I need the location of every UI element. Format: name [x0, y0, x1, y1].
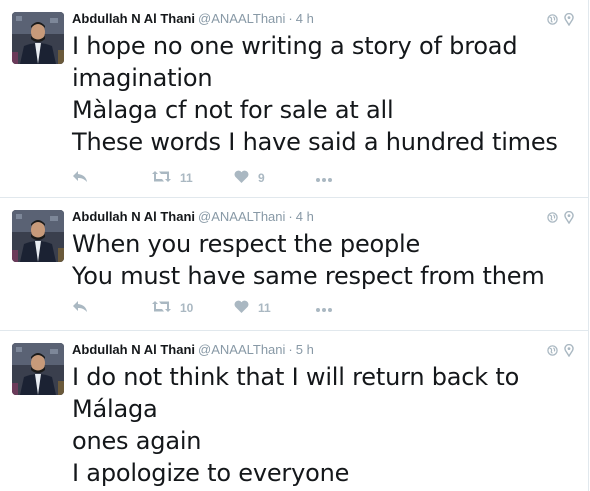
tweet-text-line: When you respect the people: [72, 230, 421, 258]
heart-icon: [234, 170, 249, 186]
reply-icon: [72, 170, 88, 186]
like-button[interactable]: 9: [234, 169, 316, 187]
location-pin-icon: [564, 12, 574, 26]
tweet-text-line: Màlaga cf not for sale at all: [72, 96, 394, 124]
retweet-icon: [152, 300, 171, 316]
more-dots-icon: [316, 301, 332, 315]
author-name[interactable]: Abdullah N Al Thani: [72, 11, 195, 26]
tweet-text-line: These words I have said a hundred times: [72, 128, 558, 156]
tweet-text-line: I do not think that I will return back t…: [72, 363, 520, 391]
author-name[interactable]: Abdullah N Al Thani: [72, 342, 195, 357]
separator-dot: ·: [288, 209, 293, 224]
tweet-meta-icons: [547, 11, 574, 27]
like-count: 11: [258, 301, 271, 315]
tweet[interactable]: Abdullah N Al Thani @ANAALThani · 5 h I do …: [0, 331, 588, 491]
globe-icon: [547, 344, 558, 356]
tweet-actions: 10 11: [72, 299, 346, 317]
location-pin-icon: [564, 343, 574, 357]
timestamp[interactable]: 5 h: [296, 342, 314, 357]
more-button[interactable]: [316, 299, 346, 317]
tweet[interactable]: Abdullah N Al Thani @ANAALThani · 4 h When …: [0, 198, 588, 331]
like-count: 9: [258, 171, 265, 185]
retweet-button[interactable]: 10: [152, 299, 234, 317]
more-button[interactable]: [316, 169, 346, 187]
like-button[interactable]: 11: [234, 299, 316, 317]
retweet-icon: [152, 170, 171, 186]
separator-dot: ·: [288, 342, 293, 357]
tweet-meta-icons: [547, 342, 574, 358]
reply-icon: [72, 300, 88, 316]
timestamp[interactable]: 4 h: [296, 11, 314, 26]
reply-button[interactable]: [72, 299, 152, 317]
tweet-text: I hope no one writing a story of broad i…: [72, 30, 572, 158]
tweet-text-line: I apologize to everyone: [72, 459, 350, 487]
tweet-text: I do not think that I will return back t…: [72, 361, 572, 489]
tweet-actions: 11 9: [72, 169, 346, 187]
tweet-text-line: Málaga: [72, 395, 158, 423]
tweet-text-line: ones again: [72, 427, 202, 455]
separator-dot: ·: [288, 11, 293, 26]
tweet-text-line: You must have same respect from them: [72, 262, 545, 290]
avatar[interactable]: [12, 12, 64, 64]
author-handle[interactable]: @ANAALThani: [198, 209, 285, 224]
tweet-meta-icons: [547, 209, 574, 225]
tweet-text-line: I hope no one writing a story of broad: [72, 32, 518, 60]
tweet[interactable]: Abdullah N Al Thani @ANAALThani · 4 h I hop…: [0, 0, 588, 198]
more-dots-icon: [316, 171, 332, 185]
retweet-button[interactable]: 11: [152, 169, 234, 187]
author-handle[interactable]: @ANAALThani: [198, 342, 285, 357]
timestamp[interactable]: 4 h: [296, 209, 314, 224]
retweet-count: 10: [180, 301, 194, 315]
tweet-text-line: imagination: [72, 64, 213, 92]
tweet-text: When you respect the people You must hav…: [72, 228, 572, 292]
avatar[interactable]: [12, 343, 64, 395]
globe-icon: [547, 211, 558, 223]
author-handle[interactable]: @ANAALThani: [198, 11, 285, 26]
retweet-count: 11: [180, 171, 193, 185]
avatar[interactable]: [12, 210, 64, 262]
author-name[interactable]: Abdullah N Al Thani: [72, 209, 195, 224]
tweet-header: Abdullah N Al Thani @ANAALThani · 4 h: [72, 208, 314, 226]
tweet-header: Abdullah N Al Thani @ANAALThani · 5 h: [72, 341, 314, 359]
heart-icon: [234, 300, 249, 316]
location-pin-icon: [564, 210, 574, 224]
reply-button[interactable]: [72, 169, 152, 187]
timeline: Abdullah N Al Thani @ANAALThani · 4 h I hop…: [0, 0, 589, 491]
globe-icon: [547, 13, 558, 25]
tweet-header: Abdullah N Al Thani @ANAALThani · 4 h: [72, 10, 314, 28]
